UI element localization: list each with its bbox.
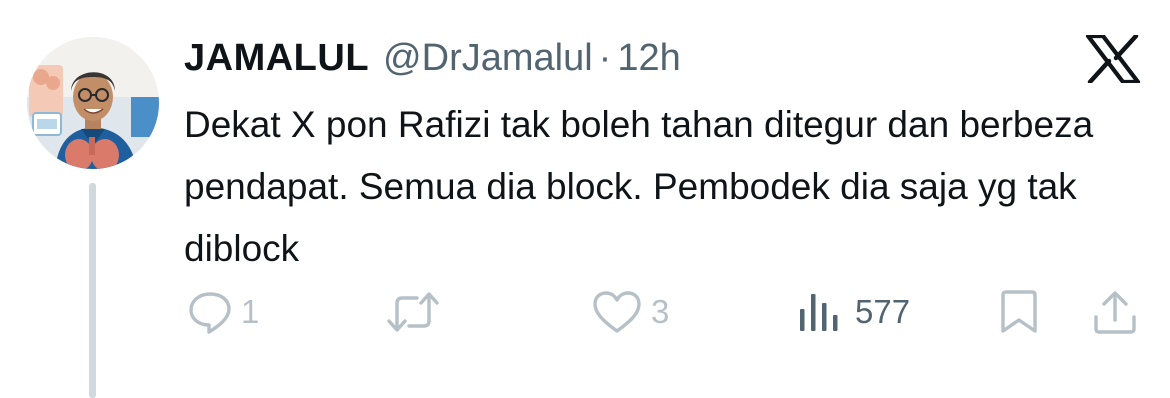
timestamp[interactable]: 12h: [617, 36, 680, 80]
x-logo-icon: [1083, 33, 1143, 85]
share-button[interactable]: [1092, 282, 1138, 342]
header-separator: ·: [598, 37, 612, 79]
bookmark-button[interactable]: [998, 282, 1040, 342]
views-button[interactable]: 577: [797, 282, 910, 342]
like-button[interactable]: 3: [591, 282, 669, 342]
bookmark-icon: [1001, 290, 1037, 333]
author-handle[interactable]: @DrJamalul: [383, 36, 593, 80]
heart-icon: [593, 291, 641, 333]
reply-count: 1: [241, 293, 260, 330]
avatar[interactable]: [27, 37, 159, 169]
retweet-icon: [387, 292, 439, 332]
views-icon: [800, 294, 838, 331]
reply-icon: [189, 292, 231, 334]
reply-button[interactable]: 1: [187, 282, 259, 342]
author-name[interactable]: JAMALUL: [184, 36, 369, 80]
retweet-button[interactable]: [385, 282, 449, 342]
views-count: 577: [855, 293, 911, 330]
action-bar: 1 3 577: [0, 282, 1170, 342]
like-count: 3: [651, 293, 670, 330]
tweet-text: Dekat X pon Rafizi tak boleh tahan diteg…: [184, 104, 1094, 269]
tweet-header: JAMALUL @DrJamalul · 12h: [184, 36, 681, 80]
share-icon: [1094, 291, 1136, 334]
tweet-card[interactable]: JAMALUL @DrJamalul · 12h Dekat X pon Raf…: [0, 0, 1170, 398]
